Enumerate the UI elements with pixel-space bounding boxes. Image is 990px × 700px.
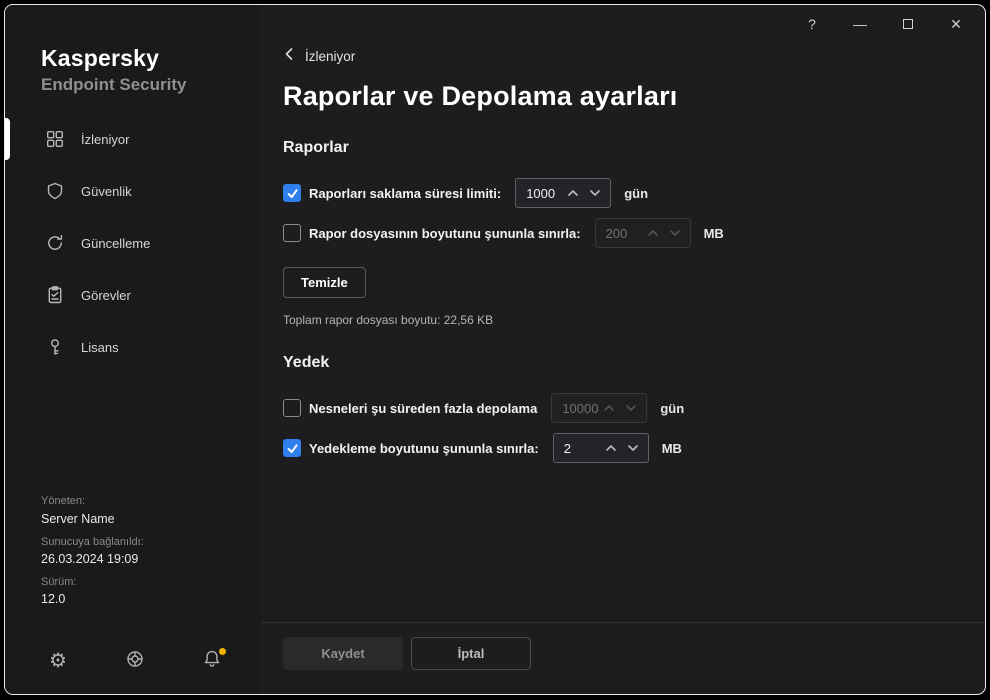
support-button[interactable]	[124, 650, 146, 672]
reports-section-heading: Raporlar	[283, 139, 985, 157]
refresh-icon	[45, 233, 65, 253]
report-size-row: Rapor dosyasının boyutunu şununla sınırl…	[283, 217, 985, 249]
backup-section-heading: Yedek	[283, 354, 985, 372]
backup-size-checkbox[interactable]	[283, 439, 301, 457]
report-size-spinner	[595, 218, 691, 248]
backup-size-row: Yedekleme boyutunu şununla sınırla: MB	[283, 432, 985, 464]
managed-by-value: Server Name	[41, 512, 261, 527]
sidebar-nav: İzleniyor Güvenlik Güncelleme Görevler	[5, 113, 261, 373]
spinner-up-button[interactable]	[642, 220, 664, 246]
help-button[interactable]: ?	[803, 15, 821, 33]
sidebar-item-update[interactable]: Güncelleme	[5, 217, 261, 269]
sidebar-item-tasks[interactable]: Görevler	[5, 269, 261, 321]
report-duration-unit: gün	[624, 186, 648, 201]
report-duration-label: Raporları saklama süresi limiti:	[309, 186, 501, 201]
sidebar-bottom-icons: ⚙	[47, 650, 261, 672]
shield-icon	[45, 181, 65, 201]
sidebar-item-license[interactable]: Lisans	[5, 321, 261, 373]
chevron-down-icon	[625, 403, 637, 413]
app-window: Kaspersky Endpoint Security İzleniyor Gü…	[4, 4, 986, 695]
key-icon	[45, 337, 65, 357]
connected-value: 26.03.2024 19:09	[41, 552, 261, 567]
logo-title: Kaspersky	[41, 45, 261, 72]
version-value: 12.0	[41, 592, 261, 607]
sidebar-item-label: Lisans	[81, 340, 119, 355]
report-duration-spinner	[515, 178, 611, 208]
logo-subtitle: Endpoint Security	[41, 75, 261, 95]
notification-badge	[219, 648, 226, 655]
footer-bar: Kaydet İptal	[261, 622, 985, 694]
chevron-up-icon	[603, 403, 615, 413]
report-duration-input[interactable]	[516, 186, 562, 201]
sidebar-item-label: İzleniyor	[81, 132, 129, 147]
backup-size-unit: MB	[662, 441, 682, 456]
backup-duration-label: Nesneleri şu süreden fazla depolama	[309, 401, 537, 416]
chevron-down-icon	[627, 443, 639, 453]
report-size-unit: MB	[704, 226, 724, 241]
connected-label: Sunucuya bağlanıldı:	[41, 536, 261, 549]
backup-duration-checkbox[interactable]	[283, 399, 301, 417]
support-icon	[125, 649, 145, 674]
sidebar-item-label: Güvenlik	[81, 184, 132, 199]
report-size-input[interactable]	[596, 226, 642, 241]
sidebar-item-label: Görevler	[81, 288, 131, 303]
sidebar-item-label: Güncelleme	[81, 236, 150, 251]
grid-icon	[45, 129, 65, 149]
spinner-up-button[interactable]	[598, 395, 620, 421]
version-label: Sürüm:	[41, 576, 261, 589]
chevron-up-icon	[567, 188, 579, 198]
sidebar-item-monitoring[interactable]: İzleniyor	[5, 113, 261, 165]
spinner-down-button[interactable]	[622, 435, 644, 461]
backup-duration-row: Nesneleri şu süreden fazla depolama gün	[283, 392, 985, 424]
chevron-left-icon	[283, 47, 296, 66]
total-report-size-text: Toplam rapor dosyası boyutu: 22,56 KB	[283, 313, 985, 327]
chevron-up-icon	[605, 443, 617, 453]
notifications-button[interactable]	[201, 650, 223, 672]
settings-content: İzleniyor Raporlar ve Depolama ayarları …	[261, 5, 985, 464]
breadcrumb-back[interactable]: İzleniyor	[283, 47, 355, 66]
sidebar: Kaspersky Endpoint Security İzleniyor Gü…	[5, 5, 261, 694]
backup-duration-unit: gün	[660, 401, 684, 416]
minimize-button[interactable]: —	[851, 15, 869, 33]
report-size-label: Rapor dosyasının boyutunu şununla sınırl…	[309, 226, 581, 241]
tasks-icon	[45, 285, 65, 305]
maximize-icon	[903, 19, 913, 29]
spinner-up-button[interactable]	[562, 180, 584, 206]
maximize-button[interactable]	[899, 15, 917, 33]
report-duration-checkbox[interactable]	[283, 184, 301, 202]
gear-icon: ⚙	[49, 651, 67, 671]
backup-size-spinner	[553, 433, 649, 463]
chevron-down-icon	[669, 228, 681, 238]
app-logo: Kaspersky Endpoint Security	[41, 45, 261, 95]
spinner-down-button[interactable]	[620, 395, 642, 421]
report-duration-row: Raporları saklama süresi limiti: gün	[283, 177, 985, 209]
clear-button[interactable]: Temizle	[283, 267, 366, 298]
settings-button[interactable]: ⚙	[47, 650, 69, 672]
spinner-down-button[interactable]	[584, 180, 606, 206]
spinner-down-button[interactable]	[664, 220, 686, 246]
backup-size-label: Yedekleme boyutunu şununla sınırla:	[309, 441, 539, 456]
backup-duration-input[interactable]	[552, 401, 598, 416]
close-button[interactable]: ✕	[947, 15, 965, 33]
chevron-down-icon	[589, 188, 601, 198]
save-button[interactable]: Kaydet	[283, 637, 403, 670]
report-size-checkbox[interactable]	[283, 224, 301, 242]
main-panel: ? — ✕ İzleniyor Raporlar ve Depolama aya…	[261, 5, 985, 694]
breadcrumb-label: İzleniyor	[305, 49, 355, 64]
backup-duration-spinner	[551, 393, 647, 423]
managed-by-label: Yöneten:	[41, 495, 261, 508]
chevron-up-icon	[647, 228, 659, 238]
sidebar-item-security[interactable]: Güvenlik	[5, 165, 261, 217]
spinner-up-button[interactable]	[600, 435, 622, 461]
backup-size-input[interactable]	[554, 441, 600, 456]
sidebar-info: Yöneten: Server Name Sunucuya bağlanıldı…	[41, 495, 261, 616]
page-title: Raporlar ve Depolama ayarları	[283, 81, 985, 112]
cancel-button[interactable]: İptal	[411, 637, 531, 670]
window-controls: ? — ✕	[803, 15, 965, 33]
